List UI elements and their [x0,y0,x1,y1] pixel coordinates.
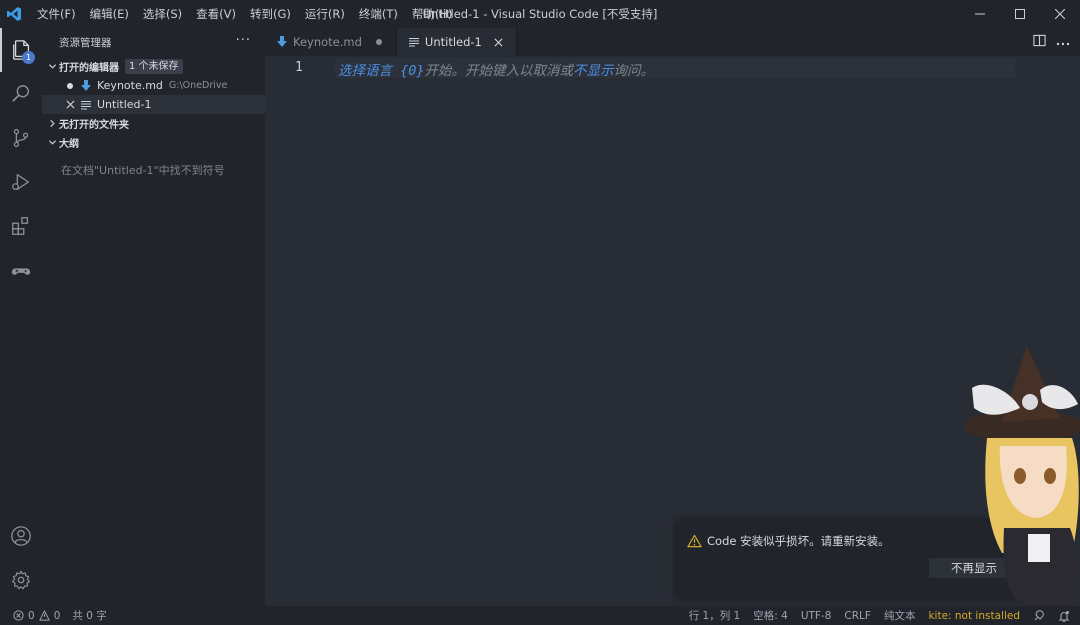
menu-help[interactable]: 帮助(H) [405,0,460,28]
minimize-icon [975,13,985,15]
close-editor-icon[interactable] [63,100,77,109]
maximize-button[interactable] [1000,0,1040,28]
text-file-icon [408,37,419,47]
menu-go[interactable]: 转到(G) [243,0,298,28]
select-language-link[interactable]: 选择语言 [338,63,392,79]
word-count-status[interactable]: 共 0 字 [72,608,106,623]
editor-actions [1033,28,1070,56]
section-open-editors[interactable]: 打开的编辑器 1 个未保存 [42,57,265,76]
extensions-icon [12,217,29,235]
feedback-icon[interactable] [1033,609,1045,622]
status-right: 行 1，列 1 空格: 4 UTF-8 CRLF 纯文本 kite: not i… [689,606,1070,625]
menu-file[interactable]: 文件(F) [30,0,83,28]
section-label: 无打开的文件夹 [59,120,129,131]
menu-run[interactable]: 运行(R) [298,0,352,28]
section-label: 打开的编辑器 [59,63,119,74]
menu-edit[interactable]: 编辑(E) [83,0,136,28]
chevron-right-icon [46,118,58,130]
file-name: Untitled-1 [97,98,152,111]
error-count: 0 [28,609,35,622]
sidebar-title: 资源管理器 [59,36,112,49]
file-name: Keynote.md [97,79,163,92]
warning-icon [687,534,702,548]
open-editor-untitled[interactable]: Untitled-1 [42,95,265,114]
dont-show-link[interactable]: 不显示 [573,63,614,79]
language-mode-status[interactable]: 纯文本 [884,608,916,623]
title-bar: 文件(F) 编辑(E) 选择(S) 查看(V) 转到(G) 运行(R) 终端(T… [0,0,1080,28]
mascot-character-image [964,346,1080,606]
close-icon [1055,9,1065,19]
close-icon[interactable] [492,38,506,47]
section-label: 大纲 [59,139,79,150]
chevron-down-icon [46,137,58,149]
tab-keynote[interactable]: Keynote.md [265,28,397,56]
close-window-button[interactable] [1040,0,1080,28]
account-icon [11,526,31,546]
activity-source-control[interactable] [0,116,42,160]
chevron-down-icon [46,61,58,73]
search-icon [12,85,30,102]
activity-gamepad[interactable] [0,250,42,294]
activity-extensions[interactable] [0,204,42,248]
activity-accounts[interactable] [0,514,42,558]
activity-manage[interactable] [0,558,42,602]
explorer-badge: 1 [22,51,35,64]
open-editor-keynote[interactable]: Keynote.md G:\OneDrive [42,76,265,95]
problems-status[interactable]: 0 0 [13,610,60,622]
file-path: G:\OneDrive [168,80,228,91]
hint-text: 开始。开始键入以取消或 [424,63,574,79]
error-icon [13,610,24,621]
explorer-sidebar: 资源管理器 ··· 打开的编辑器 1 个未保存 Keynote.md G:\On… [42,28,265,606]
markdown-icon [277,36,287,48]
hint-text-end: 询问。 [613,63,655,79]
activity-explorer[interactable]: 1 [0,28,42,72]
warning-icon [39,610,50,621]
section-outline[interactable]: 大纲 [42,133,265,152]
kite-status[interactable]: kite: not installed [928,610,1020,622]
encoding-status[interactable]: UTF-8 [801,610,832,622]
menu-terminal[interactable]: 终端(T) [352,0,405,28]
menu-selection[interactable]: 选择(S) [136,0,189,28]
window-controls [960,0,1080,28]
outline-empty-message: 在文档"Untitled-1"中找不到符号 [61,164,225,177]
language-placeholder: {0} [392,63,425,79]
vscode-logo-icon [0,0,28,28]
unsaved-badge: 1 个未保存 [125,59,183,74]
modified-dot-icon [63,82,77,90]
untitled-hint: 选择语言 {0}开始。开始键入以取消或不显示询问。 [338,59,654,79]
editor-tabs: Keynote.md Untitled-1 [265,28,1080,56]
section-no-folder[interactable]: 无打开的文件夹 [42,114,265,133]
menu-bar: 文件(F) 编辑(E) 选择(S) 查看(V) 转到(G) 运行(R) 终端(T… [30,0,459,28]
gamepad-icon [11,268,31,275]
modified-dot-icon[interactable] [372,38,386,46]
minimize-button[interactable] [960,0,1000,28]
more-actions-icon[interactable] [1056,35,1070,49]
eol-status[interactable]: CRLF [844,610,871,622]
cursor-position-status[interactable]: 行 1，列 1 [689,608,741,623]
sidebar-header: 资源管理器 ··· [42,28,265,56]
tab-label: Untitled-1 [424,35,482,49]
status-left: 0 0 共 0 字 [13,606,107,625]
notification-message: Code 安装似乎损坏。请重新安装。 [687,533,890,549]
notifications-bell-icon[interactable] [1058,610,1070,622]
markdown-icon [79,79,93,92]
maximize-icon [1015,9,1025,19]
line-number: 1 [295,60,303,75]
activity-run-debug[interactable] [0,160,42,204]
settings-gear-icon [11,570,31,590]
activity-bar: 1 [0,28,42,606]
indentation-status[interactable]: 空格: 4 [753,608,788,623]
split-editor-icon[interactable] [1033,34,1046,50]
tab-label: Keynote.md [293,35,362,49]
run-debug-icon [12,174,29,190]
more-actions-icon[interactable]: ··· [236,33,251,48]
notification-text: Code 安装似乎损坏。请重新安装。 [707,534,890,548]
activity-search[interactable] [0,72,42,116]
menu-view[interactable]: 查看(V) [189,0,243,28]
tab-untitled[interactable]: Untitled-1 [396,28,517,56]
warning-count: 0 [53,609,61,622]
status-bar: 0 0 共 0 字 行 1，列 1 空格: 4 UTF-8 CRLF 纯文本 k… [0,606,1080,625]
source-control-icon [13,128,29,148]
text-file-icon [79,100,93,110]
